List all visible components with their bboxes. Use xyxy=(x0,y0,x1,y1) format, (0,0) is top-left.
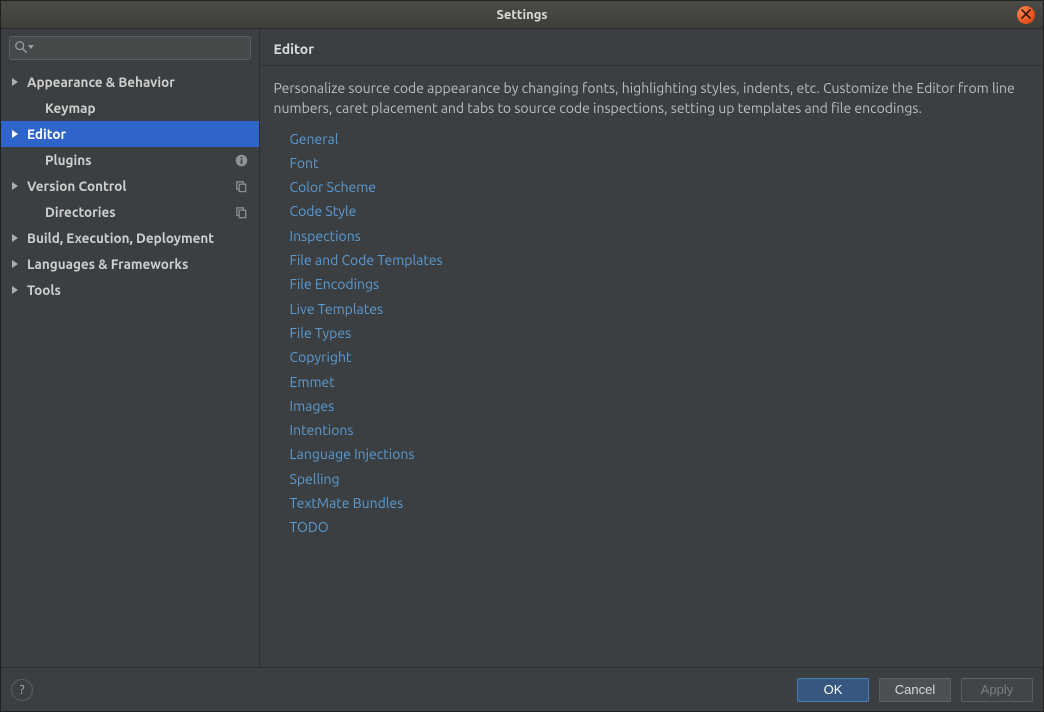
editor-link-live-templates[interactable]: Live Templates xyxy=(290,299,1029,319)
tree-item-version-control[interactable]: Version Control xyxy=(1,173,259,199)
editor-link-file-and-code-templates[interactable]: File and Code Templates xyxy=(290,250,1029,270)
settings-window: Settings Appearance & BehaviorKeymapEdit… xyxy=(0,0,1044,712)
tree-item-label: Editor xyxy=(27,126,259,142)
expand-arrow-icon xyxy=(27,102,39,114)
editor-link-language-injections[interactable]: Language Injections xyxy=(290,444,1029,464)
tree-item-label: Appearance & Behavior xyxy=(27,74,259,90)
tree-item-build-execution-deployment[interactable]: Build, Execution, Deployment xyxy=(1,225,259,251)
editor-link-images[interactable]: Images xyxy=(290,396,1029,416)
project-scope-icon xyxy=(235,205,249,219)
expand-arrow-icon xyxy=(27,154,39,166)
sidebar: Appearance & Behavior Keymap Editor Plugins… xyxy=(1,29,260,667)
tree-item-label: Directories xyxy=(45,204,235,220)
window-title: Settings xyxy=(496,8,547,22)
tree-item-label: Build, Execution, Deployment xyxy=(27,230,259,246)
tree-item-plugins[interactable]: Plugins xyxy=(1,147,259,173)
editor-link-code-style[interactable]: Code Style xyxy=(290,201,1029,221)
tree-item-label: Version Control xyxy=(27,178,235,194)
tree-item-directories[interactable]: Directories xyxy=(1,199,259,225)
editor-link-copyright[interactable]: Copyright xyxy=(290,347,1029,367)
search-input[interactable] xyxy=(32,41,246,56)
editor-link-general[interactable]: General xyxy=(290,129,1029,149)
help-icon: ? xyxy=(19,683,24,697)
project-scope-icon xyxy=(235,179,249,193)
window-close-button[interactable] xyxy=(1017,6,1035,24)
settings-tree[interactable]: Appearance & Behavior Keymap Editor Plugins… xyxy=(1,67,259,667)
chevron-down-icon xyxy=(28,45,34,49)
expand-arrow-icon xyxy=(9,128,21,140)
pane-body: Personalize source code appearance by ch… xyxy=(260,66,1043,667)
search-box[interactable] xyxy=(9,36,251,60)
cancel-button[interactable]: Cancel xyxy=(879,678,951,702)
editor-link-intentions[interactable]: Intentions xyxy=(290,420,1029,440)
expand-arrow-icon xyxy=(9,180,21,192)
pane-title: Editor xyxy=(260,29,1043,66)
editor-link-font[interactable]: Font xyxy=(290,153,1029,173)
editor-link-todo[interactable]: TODO xyxy=(290,517,1029,537)
expand-arrow-icon xyxy=(9,284,21,296)
expand-arrow-icon xyxy=(9,232,21,244)
apply-button[interactable]: Apply xyxy=(961,678,1033,702)
editor-subpage-links: General Font Color Scheme Code Style Inspect… xyxy=(274,129,1029,538)
help-button[interactable]: ? xyxy=(11,679,33,701)
content-area: Appearance & Behavior Keymap Editor Plugins… xyxy=(1,29,1043,667)
expand-arrow-icon xyxy=(9,76,21,88)
tree-item-appearance-behavior[interactable]: Appearance & Behavior xyxy=(1,69,259,95)
close-icon xyxy=(1021,8,1031,22)
expand-arrow-icon xyxy=(9,258,21,270)
tree-item-label: Languages & Frameworks xyxy=(27,256,259,272)
search-wrap xyxy=(1,29,259,67)
tree-item-label: Tools xyxy=(27,282,259,298)
editor-link-color-scheme[interactable]: Color Scheme xyxy=(290,177,1029,197)
pane-description: Personalize source code appearance by ch… xyxy=(274,78,1029,119)
titlebar: Settings xyxy=(1,1,1043,29)
tree-item-tools[interactable]: Tools xyxy=(1,277,259,303)
tree-item-label: Plugins xyxy=(45,152,235,168)
tree-item-editor[interactable]: Editor xyxy=(1,121,259,147)
editor-link-file-types[interactable]: File Types xyxy=(290,323,1029,343)
editor-link-spelling[interactable]: Spelling xyxy=(290,469,1029,489)
editor-link-inspections[interactable]: Inspections xyxy=(290,226,1029,246)
editor-link-textmate-bundles[interactable]: TextMate Bundles xyxy=(290,493,1029,513)
expand-arrow-icon xyxy=(27,206,39,218)
tree-item-languages-frameworks[interactable]: Languages & Frameworks xyxy=(1,251,259,277)
editor-link-file-encodings[interactable]: File Encodings xyxy=(290,274,1029,294)
ok-button[interactable]: OK xyxy=(797,678,869,702)
tree-item-label: Keymap xyxy=(45,100,259,116)
info-badge-icon xyxy=(235,153,249,167)
dialog-footer: ? OK Cancel Apply xyxy=(1,667,1043,711)
editor-link-emmet[interactable]: Emmet xyxy=(290,372,1029,392)
tree-item-keymap[interactable]: Keymap xyxy=(1,95,259,121)
right-pane: Editor Personalize source code appearanc… xyxy=(260,29,1043,667)
